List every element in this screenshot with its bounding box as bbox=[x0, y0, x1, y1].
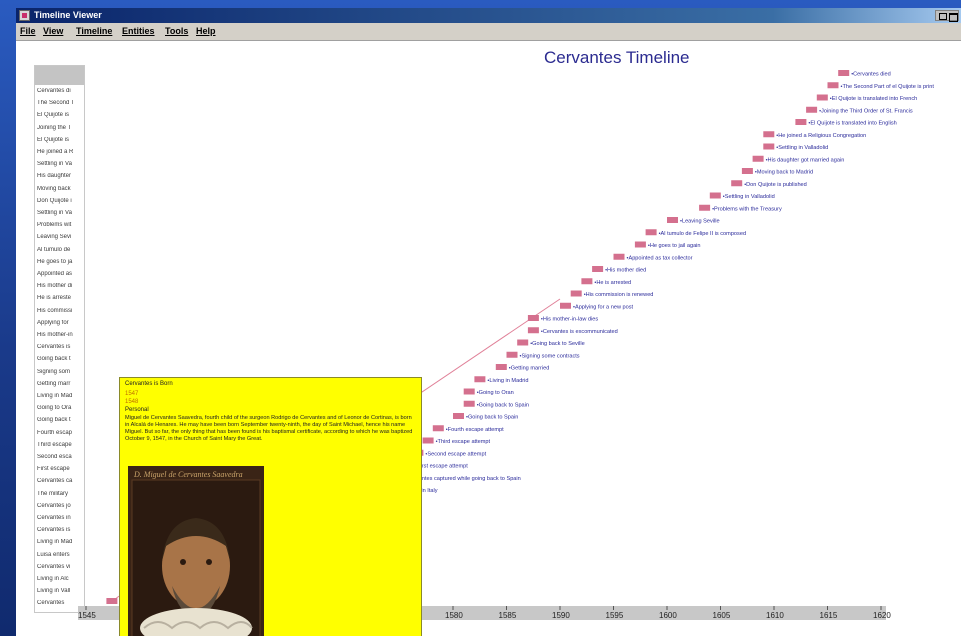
event-bar[interactable] bbox=[527, 315, 539, 321]
event-label[interactable]: •The Second Part of el Quijote is print bbox=[841, 84, 935, 90]
event-label[interactable]: •Settling in Valladolid bbox=[776, 145, 828, 151]
event-label[interactable]: •Going back to Spain bbox=[466, 415, 518, 421]
popup-category: Personal bbox=[125, 407, 149, 413]
event-bar[interactable] bbox=[463, 400, 475, 407]
event-bar[interactable] bbox=[645, 229, 657, 236]
event-bar[interactable] bbox=[806, 106, 818, 113]
event-label[interactable]: •Cervantes captured while going back to … bbox=[405, 476, 521, 482]
event-bar[interactable] bbox=[667, 217, 678, 223]
event-bar[interactable] bbox=[634, 241, 646, 248]
event-label[interactable]: •He joined a Religious Congregation bbox=[776, 133, 866, 139]
event-bar[interactable] bbox=[495, 364, 507, 370]
event-label[interactable]: •Getting married bbox=[509, 366, 550, 372]
presentation-background: Timeline Viewer File View Timeline Entit… bbox=[0, 0, 961, 636]
event-label[interactable]: •Leaving Seville bbox=[680, 219, 720, 225]
axis-tick-label: 1590 bbox=[552, 611, 570, 620]
event-label[interactable]: •Signing some contracts bbox=[520, 353, 580, 359]
event-label[interactable]: •Joining the Third Order of St. Francis bbox=[819, 108, 913, 114]
event-bar[interactable] bbox=[432, 425, 444, 432]
event-label[interactable]: •Don Quijote is published bbox=[744, 182, 807, 188]
event-bar[interactable] bbox=[763, 131, 775, 138]
timeline-viewer-window: Timeline Viewer File View Timeline Entit… bbox=[16, 8, 961, 636]
event-label[interactable]: •Going back to Seville bbox=[530, 341, 585, 347]
axis-tick-label: 1585 bbox=[499, 611, 517, 620]
event-bar[interactable] bbox=[474, 376, 486, 383]
event-label[interactable]: •Applying for a new post bbox=[573, 304, 634, 310]
event-bar[interactable] bbox=[106, 598, 118, 604]
event-label[interactable]: •Cervantes is excommunicated bbox=[541, 329, 618, 335]
event-bar[interactable] bbox=[709, 192, 721, 199]
popup-description: Miguel de Cervantes Saavedra, fourth chi… bbox=[125, 415, 413, 442]
event-bar[interactable] bbox=[570, 290, 582, 297]
event-label[interactable]: •El Quijote is translated into English bbox=[808, 121, 896, 127]
event-label[interactable]: •First escape attempt bbox=[415, 464, 468, 470]
event-bar[interactable] bbox=[795, 119, 807, 125]
event-label[interactable]: •Settling in Valladolid bbox=[723, 194, 775, 200]
event-label[interactable]: •His daughter got married again bbox=[766, 157, 845, 163]
event-label[interactable]: •Fourth escape attempt bbox=[446, 427, 504, 433]
event-label[interactable]: •Al tumulo de Felipe II is composed bbox=[659, 231, 746, 237]
event-bar[interactable] bbox=[838, 70, 850, 76]
axis-tick-label: 1615 bbox=[820, 611, 838, 620]
event-label[interactable]: •He is arrested bbox=[594, 280, 631, 286]
event-bar[interactable] bbox=[752, 155, 764, 162]
event-bar[interactable] bbox=[699, 204, 711, 211]
event-label[interactable]: •Problems with the Treasury bbox=[712, 206, 782, 212]
event-label[interactable]: •Going to Oran bbox=[477, 390, 514, 396]
event-detail-popup: Cervantes is Born 1547 1548 Personal Mig… bbox=[119, 377, 422, 636]
event-bar[interactable] bbox=[506, 351, 518, 358]
event-label[interactable]: •Second escape attempt bbox=[425, 451, 486, 457]
event-label[interactable]: •His commission is renewed bbox=[584, 292, 654, 298]
event-bar[interactable] bbox=[763, 143, 775, 150]
axis-tick-label: 1595 bbox=[606, 611, 624, 620]
event-label[interactable]: •His mother died bbox=[605, 268, 646, 274]
event-bar[interactable] bbox=[422, 437, 434, 444]
event-label[interactable]: •Third escape attempt bbox=[436, 439, 491, 445]
event-label[interactable]: •Cervantes died bbox=[851, 72, 891, 78]
popup-start-date: 1547 bbox=[125, 391, 139, 397]
axis-tick-label: 1605 bbox=[713, 611, 731, 620]
event-bar[interactable] bbox=[613, 253, 625, 260]
event-label[interactable]: •El Quijote is translated into French bbox=[830, 96, 917, 102]
axis-tick-label: 1610 bbox=[766, 611, 784, 620]
popup-title: Cervantes is Born bbox=[125, 381, 173, 387]
axis-tick-label: 1620 bbox=[873, 611, 891, 620]
event-label[interactable]: •Going back to Spain bbox=[477, 402, 529, 408]
event-bar[interactable] bbox=[592, 266, 604, 272]
event-bar[interactable] bbox=[517, 339, 529, 346]
portrait-image: D. Miguel de Cervantes Saavedra bbox=[128, 466, 264, 636]
axis-tick-label: 1580 bbox=[445, 611, 463, 620]
event-label[interactable]: •His mother-in-law dies bbox=[541, 317, 598, 323]
event-bar[interactable] bbox=[741, 168, 753, 174]
axis-tick-label: 1545 bbox=[78, 611, 96, 620]
event-bar[interactable] bbox=[731, 180, 743, 187]
event-bar[interactable] bbox=[560, 302, 571, 309]
event-bar[interactable] bbox=[827, 82, 839, 89]
portrait-drawing bbox=[128, 466, 264, 636]
popup-end-date: 1548 bbox=[125, 399, 139, 405]
event-bar[interactable] bbox=[463, 388, 475, 395]
event-label[interactable]: •Appointed as tax collector bbox=[627, 255, 693, 261]
event-bar[interactable] bbox=[816, 94, 828, 101]
event-bar[interactable] bbox=[527, 327, 539, 334]
event-label[interactable]: •He goes to jail again bbox=[648, 243, 701, 249]
event-label[interactable]: •Living in Madrid bbox=[487, 378, 528, 384]
portrait-caption: D. Miguel de Cervantes Saavedra bbox=[134, 470, 243, 479]
event-bar[interactable] bbox=[453, 413, 464, 419]
axis-tick-label: 1600 bbox=[659, 611, 677, 620]
event-label[interactable]: •Moving back to Madrid bbox=[755, 170, 813, 176]
event-bar[interactable] bbox=[581, 278, 593, 285]
